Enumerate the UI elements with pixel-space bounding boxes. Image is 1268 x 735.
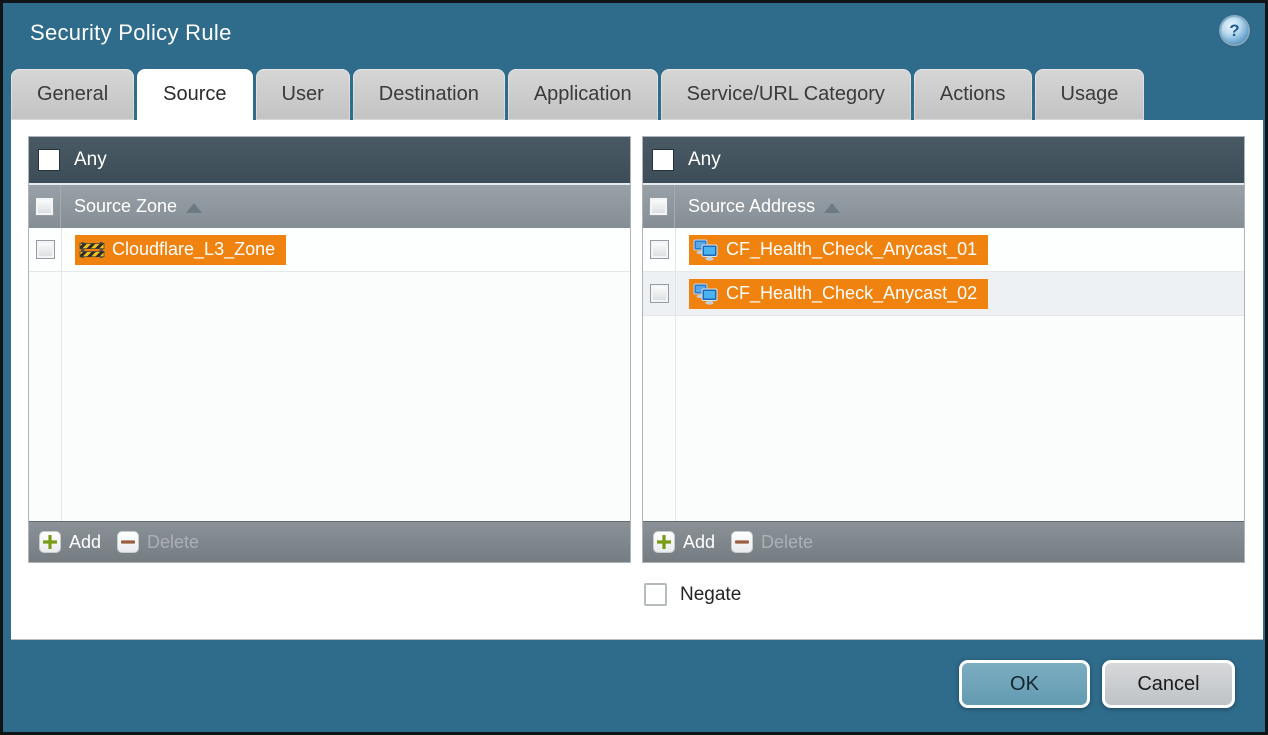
source-zone-any-checkbox[interactable] — [38, 149, 60, 171]
table-row[interactable]: Cloudflare_L3_Zone — [29, 228, 630, 272]
delete-button[interactable]: Delete — [731, 531, 813, 553]
table-row[interactable]: CF_Health_Check_Anycast_01 — [643, 228, 1244, 272]
security-policy-rule-dialog: Security Policy Rule ? General Source Us… — [0, 0, 1268, 735]
cancel-button[interactable]: Cancel — [1102, 660, 1235, 708]
tab-general[interactable]: General — [11, 69, 134, 120]
page-title: Security Policy Rule — [30, 20, 232, 46]
row-checkbox-cell — [643, 284, 675, 303]
source-zone-toolbar: Add Delete — [29, 521, 630, 562]
tab-user[interactable]: User — [256, 69, 350, 120]
row-checkbox[interactable] — [650, 240, 669, 259]
source-address-rows: CF_Health_Check_Anycast_01 — [643, 228, 1244, 521]
source-zone-column-header: Source Zone — [29, 183, 630, 228]
row-label: CF_Health_Check_Anycast_01 — [726, 239, 977, 260]
network-host-icon — [693, 283, 719, 305]
tab-actions[interactable]: Actions — [914, 69, 1032, 120]
network-host-icon — [693, 239, 719, 261]
tab-application[interactable]: Application — [508, 69, 658, 120]
negate-checkbox[interactable] — [644, 583, 667, 606]
source-zone-rows: Cloudflare_L3_Zone — [29, 228, 630, 521]
delete-label: Delete — [147, 532, 199, 553]
row-label: Cloudflare_L3_Zone — [112, 239, 275, 260]
source-address-toolbar: Add Delete — [643, 521, 1244, 562]
column-header-label: Source Zone — [74, 196, 177, 217]
plus-icon — [653, 531, 675, 553]
delete-label: Delete — [761, 532, 813, 553]
source-address-column-header: Source Address — [643, 183, 1244, 228]
tab-service-url-category[interactable]: Service/URL Category — [661, 69, 911, 120]
negate-label: Negate — [680, 584, 741, 606]
source-tab-content: Any Source Zone — [11, 120, 1263, 640]
add-button[interactable]: Add — [653, 531, 715, 553]
tab-source[interactable]: Source — [137, 69, 252, 120]
column-header-label: Source Address — [688, 196, 815, 217]
row-checkbox-cell — [643, 240, 675, 259]
table-row[interactable]: CF_Health_Check_Anycast_02 — [643, 272, 1244, 316]
sort-ascending-icon[interactable] — [824, 203, 840, 213]
select-all-cell — [29, 185, 61, 228]
ok-button[interactable]: OK — [959, 660, 1090, 708]
source-address-any-checkbox[interactable] — [652, 149, 674, 171]
tab-usage[interactable]: Usage — [1035, 69, 1145, 120]
plus-icon — [39, 531, 61, 553]
selected-address-pill[interactable]: CF_Health_Check_Anycast_02 — [689, 279, 988, 309]
zone-barrier-icon — [79, 239, 105, 260]
delete-button[interactable]: Delete — [117, 531, 199, 553]
row-checkbox[interactable] — [36, 240, 55, 259]
sort-ascending-icon[interactable] — [186, 203, 202, 213]
source-address-select-all-checkbox[interactable] — [649, 197, 668, 216]
minus-icon — [117, 531, 139, 553]
select-all-cell — [643, 185, 675, 228]
selected-address-pill[interactable]: CF_Health_Check_Anycast_01 — [689, 235, 988, 265]
source-address-panel: Any Source Address — [642, 136, 1245, 563]
source-zone-any-bar: Any — [29, 137, 630, 183]
any-label: Any — [74, 149, 107, 171]
add-label: Add — [69, 532, 101, 553]
any-label: Any — [688, 149, 721, 171]
selected-zone-pill[interactable]: Cloudflare_L3_Zone — [75, 235, 286, 265]
tab-bar: General Source User Destination Applicat… — [11, 69, 1144, 120]
help-icon[interactable]: ? — [1221, 17, 1248, 44]
row-checkbox-cell — [29, 240, 61, 259]
negate-option: Negate — [644, 583, 741, 606]
row-checkbox[interactable] — [650, 284, 669, 303]
title-bar: Security Policy Rule ? — [3, 3, 1265, 66]
source-zone-panel: Any Source Zone — [28, 136, 631, 563]
add-button[interactable]: Add — [39, 531, 101, 553]
minus-icon — [731, 531, 753, 553]
tab-destination[interactable]: Destination — [353, 69, 505, 120]
row-label: CF_Health_Check_Anycast_02 — [726, 283, 977, 304]
source-address-any-bar: Any — [643, 137, 1244, 183]
source-zone-select-all-checkbox[interactable] — [35, 197, 54, 216]
add-label: Add — [683, 532, 715, 553]
